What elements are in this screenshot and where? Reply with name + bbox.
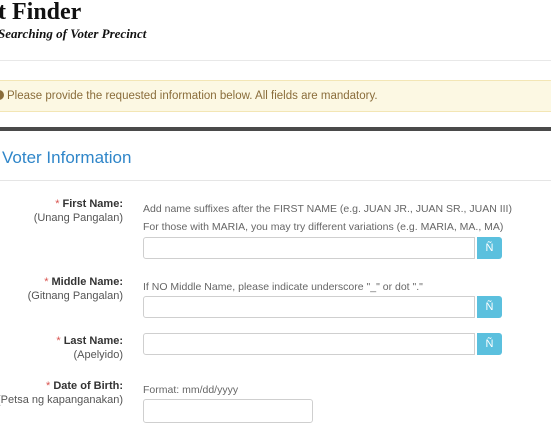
first-name-help: Add name suffixes after the FIRST NAME (…	[143, 203, 512, 215]
required-marker: *	[44, 276, 49, 288]
last-name-input[interactable]	[143, 333, 475, 355]
required-marker: *	[46, 380, 51, 392]
section-separator	[0, 127, 551, 131]
n-tilde-button-last-name[interactable]: Ñ	[477, 333, 502, 355]
middle-name-help: If NO Middle Name, please indicate under…	[143, 281, 423, 293]
first-name-label: * First Name: (Unang Pangalan)	[33, 198, 123, 224]
first-name-input[interactable]	[143, 237, 475, 259]
middle-name-label: * Middle Name: (Gitnang Pangalan)	[27, 276, 123, 302]
n-tilde-button-first-name[interactable]: Ñ	[477, 237, 502, 259]
app-subtitle: Searching of Voter Precinct	[0, 26, 147, 41]
section-title: Voter Information	[2, 148, 132, 167]
info-alert: !Please provide the requested informatio…	[0, 80, 551, 112]
header-divider	[0, 60, 551, 61]
dob-format-help: Format: mm/dd/yyyy	[143, 384, 239, 396]
required-marker: *	[56, 335, 61, 347]
dob-label: * Date of Birth: (Petsa ng kapanganakan)	[0, 380, 123, 406]
app-title: t Finder	[0, 0, 82, 25]
alert-text: Please provide the requested information…	[7, 90, 378, 102]
first-name-help-2: For those with MARIA, you may try differ…	[143, 221, 504, 233]
last-name-label: * Last Name: (Apelyido)	[56, 335, 123, 361]
section-underline	[0, 180, 551, 181]
middle-name-input[interactable]	[143, 296, 475, 318]
required-marker: *	[55, 198, 60, 210]
n-tilde-button-middle-name[interactable]: Ñ	[477, 296, 502, 318]
info-icon: !	[0, 89, 4, 100]
dob-input[interactable]	[143, 399, 313, 423]
